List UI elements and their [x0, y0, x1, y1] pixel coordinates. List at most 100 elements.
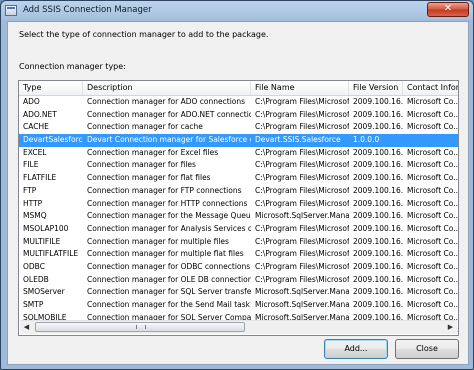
cell-type: DevartSalesforce [23, 135, 83, 145]
cell-file-version: 2009.100.16... [353, 300, 403, 309]
list-item[interactable]: OLEDB Connection manager for OLE DB conne… [19, 274, 458, 287]
cell-contact-info: Microsoft Co... [407, 122, 459, 132]
cell-contact-info: Microsoft Co... [407, 173, 459, 183]
title-bar[interactable]: Add SSIS Connection Manager ✕ [1, 1, 473, 21]
cell-file-version: 2009.100.16... [353, 274, 403, 284]
scrollbar-thumb[interactable] [35, 322, 245, 332]
close-button[interactable]: Close [395, 339, 459, 359]
dialog-window: Add SSIS Connection Manager ✕ Select the… [0, 0, 474, 370]
cell-contact-info: Microsoft Co... [407, 261, 459, 271]
list-item[interactable]: FTP Connection manager for FTP connection… [19, 185, 458, 198]
cell-type: OLEDB [23, 274, 49, 284]
cell-file-name: C:\Program Files\Microsof... [255, 185, 349, 195]
list-item[interactable]: FILE Connection manager for files C:\Progr… [19, 159, 458, 172]
cell-file-name: C:\Program Files\Microsof... [255, 97, 349, 106]
cell-type: FTP [23, 185, 37, 195]
cell-file-name: C:\Program Files\Microsof... [255, 160, 349, 170]
cell-file-version: 2009.100.16... [353, 122, 403, 132]
cell-description: Connection manager for ADO connections [87, 97, 246, 106]
cell-description: Connection manager for flat files [87, 173, 211, 183]
list-header: Type Description File Name File Version … [19, 81, 458, 96]
cell-type: ADO.NET [23, 109, 57, 119]
cell-type: FLATFILE [23, 173, 57, 183]
add-button[interactable]: Add... [324, 339, 388, 359]
cell-contact-info: Microsoft Co... [407, 109, 459, 119]
cell-file-name: C:\Program Files\Microsof... [255, 274, 349, 284]
cell-description: Connection manager for HTTP connections [87, 198, 248, 208]
cell-description: Connection manager for SQL Server transf… [87, 287, 251, 297]
cell-contact-info [403, 134, 458, 147]
cell-description: Connection manager for the Send Mail tas… [87, 300, 250, 309]
dialog-icon [5, 5, 17, 16]
cell-file-version: 2009.100.16... [353, 160, 403, 170]
cell-type: MSMQ [23, 211, 47, 221]
list-item[interactable]: EXCEL Connection manager for Excel files C… [19, 147, 458, 160]
column-header-file-name[interactable]: File Name [251, 81, 349, 95]
cell-type: ODBC [23, 261, 45, 271]
cell-file-name: Microsoft.SqlServer.Mana... [255, 211, 349, 221]
cell-type: MSOLAP100 [23, 223, 69, 233]
cell-file-name: C:\Program Files\Microsof... [255, 173, 349, 183]
list-item[interactable]: CACHE Connection manager for cache C:\Prog… [19, 121, 458, 134]
cell-contact-info: Microsoft Co... [407, 185, 459, 195]
cell-file-name: Microsoft.SqlServer.Mana... [255, 300, 349, 309]
cell-description: Connection manager for OLE DB connection… [87, 274, 251, 284]
list-rows: ADO Connection manager for ADO connection… [19, 96, 458, 335]
cell-file-version: 2009.100.16... [353, 236, 403, 246]
cell-contact-info: Microsoft Co... [407, 97, 459, 106]
list-item[interactable]: MULTIFILE Connection manager for multiple… [19, 236, 458, 249]
cell-file-name: C:\Program Files\Microsof... [255, 109, 349, 119]
horizontal-scrollbar[interactable]: ◀ ▶ [20, 320, 457, 334]
list-item[interactable]: MULTIFLATFILE Connection manager for mult… [19, 248, 458, 261]
cell-contact-info: Microsoft Co... [407, 274, 459, 284]
list-item[interactable]: FLATFILE Connection manager for flat file… [19, 172, 458, 185]
cell-type: HTTP [23, 198, 43, 208]
list-item[interactable]: MSOLAP100 Connection manager for Analysis… [19, 223, 458, 236]
list-item[interactable]: ADO Connection manager for ADO connection… [19, 96, 458, 109]
scroll-left-icon[interactable]: ◀ [20, 321, 33, 334]
cell-file-version: 2009.100.16... [353, 261, 403, 271]
column-header-contact-info[interactable]: Contact Infor... [403, 81, 458, 95]
window-title: Add SSIS Connection Manager [23, 5, 152, 15]
close-window-button[interactable]: ✕ [427, 2, 469, 17]
cell-description: Connection manager for files [87, 160, 196, 170]
column-header-file-version[interactable]: File Version [349, 81, 403, 95]
list-item[interactable]: MSMQ Connection manager for the Message Q… [19, 210, 458, 223]
cell-file-name: C:\Program Files\Microsof... [255, 261, 349, 271]
cell-description: Connection manager for multiple files [87, 236, 229, 246]
column-header-type[interactable]: Type [19, 81, 83, 95]
cell-contact-info: Microsoft Co... [407, 160, 459, 170]
list-item[interactable]: SMOServer Connection manager for SQL Serv… [19, 286, 458, 299]
list-item[interactable]: ODBC Connection manager for ODBC connecti… [19, 261, 458, 274]
cell-description: Connection manager for Excel files [87, 147, 219, 157]
cell-file-version: 2009.100.16... [353, 173, 403, 183]
list-item[interactable]: HTTP Connection manager for HTTP connecti… [19, 198, 458, 211]
dialog-content: Select the type of connection manager to… [7, 21, 469, 365]
cell-type: ADO [23, 97, 40, 106]
cell-description: Connection manager for Analysis Services… [87, 223, 251, 233]
list-item[interactable]: ADO.NET Connection manager for ADO.NET co… [19, 109, 458, 122]
cell-description: Connection manager for FTP connections [87, 185, 242, 195]
cell-file-version: 2009.100.16... [353, 147, 403, 157]
grip-icon [136, 325, 146, 329]
cell-type: SMOServer [23, 287, 65, 297]
list-item[interactable]: SMTP Connection manager for the Send Mail… [19, 299, 458, 312]
cell-type: CACHE [23, 122, 49, 132]
list-item[interactable]: DevartSalesforce Devart Connection manage… [19, 134, 458, 147]
cell-contact-info: Microsoft Co... [407, 223, 459, 233]
cell-file-name: C:\Program Files\Microsof... [255, 122, 349, 132]
cell-file-name: C:\Program Files\Microsof... [255, 147, 349, 157]
scroll-right-icon[interactable]: ▶ [444, 321, 457, 334]
cell-description: Connection manager for the Message Queue… [87, 211, 251, 221]
cell-file-version: 2009.100.16... [353, 287, 403, 297]
cell-file-name: Devart.SSIS.Salesforce [255, 135, 341, 145]
connection-type-list[interactable]: Type Description File Name File Version … [18, 80, 459, 336]
cell-file-name: Microsoft.SqlServer.Mana... [255, 287, 349, 297]
cell-file-version: 2009.100.16... [353, 97, 403, 106]
cell-contact-info: Microsoft Co... [407, 198, 459, 208]
cell-description: Connection manager for cache [87, 122, 203, 132]
cell-type: EXCEL [23, 147, 47, 157]
column-header-description[interactable]: Description [83, 81, 251, 95]
cell-contact-info: Microsoft Co... [407, 287, 459, 297]
cell-file-version: 1.0.0.0 [353, 135, 380, 145]
